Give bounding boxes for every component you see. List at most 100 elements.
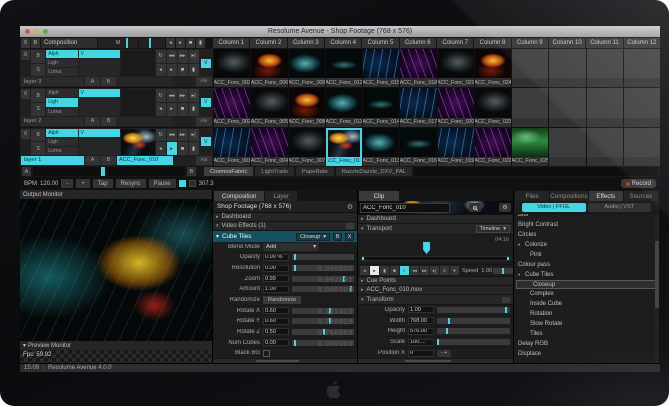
param-value[interactable]: 576.00 [408, 328, 434, 335]
clip-cell[interactable]: ACC_Fonc_023 [475, 88, 511, 126]
clip-name-input[interactable] [360, 203, 450, 213]
play-icon[interactable]: ▸ [167, 103, 177, 116]
layer-active-clip-name[interactable] [117, 77, 173, 86]
param-slider[interactable] [437, 307, 510, 313]
subtab-video[interactable]: Video | FFGL [522, 203, 586, 212]
to-end-icon[interactable]: ▸| [189, 89, 199, 102]
slider-handle[interactable] [446, 328, 448, 334]
layer-video-toggle[interactable]: V [201, 59, 211, 68]
effect-preset-dropdown[interactable]: Closeup▾ [296, 233, 330, 241]
effect-item-rotation[interactable]: Rotation [514, 309, 659, 319]
composition-label[interactable]: Composition [41, 38, 97, 48]
layer-eject-button[interactable]: X [21, 50, 30, 60]
clip-cell[interactable]: ACC_Fonc_003 [214, 49, 250, 87]
clip-cell[interactable] [587, 88, 623, 126]
param-value[interactable]: 0 [408, 350, 434, 357]
blend-option-luma[interactable]: Luma [46, 147, 77, 155]
column-header-11[interactable]: Column 11 [586, 38, 622, 48]
rew-icon[interactable]: ◂◂ [410, 266, 419, 275]
pause-icon[interactable]: ▮ [189, 103, 199, 116]
effect-item-circles[interactable]: Circles [514, 230, 659, 240]
layer-video-fader[interactable]: V [79, 89, 121, 115]
layer-bypass-button[interactable]: B [31, 50, 45, 63]
tab-composition[interactable]: Composition [214, 191, 264, 201]
param-slider[interactable]: 0.992591 [292, 276, 354, 282]
layer-bypass-button[interactable]: B [31, 89, 45, 102]
prev-icon[interactable]: ◂ [156, 103, 166, 116]
layer-bypass-button[interactable]: B [31, 129, 45, 142]
composition-pause-icon[interactable]: ▮ [196, 38, 205, 48]
layer-video-toggle[interactable]: V [201, 98, 211, 107]
composition-speed-fader[interactable] [139, 38, 165, 48]
clip-file-section[interactable]: ▸ACC_Fonc_010.mov [358, 286, 513, 295]
param-value[interactable]: 0.60 [263, 307, 289, 314]
column-header-7[interactable]: Column 7 [437, 38, 473, 48]
randomize-button[interactable]: Randomize [263, 296, 301, 304]
clip-cell[interactable] [587, 49, 623, 87]
column-header-2[interactable]: Column 2 [250, 38, 286, 48]
stop-icon[interactable]: ■ [178, 64, 188, 77]
clip-cell[interactable] [512, 88, 548, 126]
layer-eject-button[interactable]: X [21, 89, 30, 99]
param-value[interactable]: 0.00 [263, 339, 289, 346]
clip-timeline[interactable]: 04:16 [358, 235, 513, 265]
param-slider[interactable]: 0.766809 [292, 329, 354, 335]
layer-eject-button[interactable]: X [21, 129, 30, 139]
clip-dashboard-section[interactable]: ▸Dashboard [358, 215, 513, 224]
loop-icon[interactable]: ↻ [156, 50, 166, 63]
column-header-1[interactable]: Column 1 [213, 38, 249, 48]
layer-active-clip-name[interactable]: ACC_Fonc_010 [117, 156, 173, 165]
clip-gear-button[interactable]: ⚙ [499, 203, 511, 212]
layer-name[interactable]: layer 2 [21, 117, 84, 126]
composition-prev-icon[interactable]: ◂ [166, 38, 175, 48]
prev-icon[interactable]: ◂ [156, 142, 166, 155]
loop-icon[interactable]: ↻ [156, 129, 166, 142]
blend-option-ligh[interactable]: Ligh [46, 59, 77, 67]
blend-option-alph[interactable]: Alph [46, 89, 77, 97]
column-header-6[interactable]: Column 6 [400, 38, 436, 48]
clip-cell[interactable] [624, 128, 660, 166]
column-header-12[interactable]: Column 12 [624, 38, 660, 48]
clip-cell[interactable]: ACC_Fonc_017 [400, 88, 436, 126]
composition-play-icon[interactable]: ▸ [176, 38, 185, 48]
param-slider[interactable]: 0.000000 [292, 340, 354, 346]
search-button[interactable] [469, 203, 481, 212]
clip-cell[interactable]: ACC_Fonc_025 [512, 128, 548, 166]
deck-tab[interactable]: CosmosFabric [204, 167, 253, 176]
ffwd-icon[interactable]: ▸▸ [420, 266, 429, 275]
effect-item-inside-cube[interactable]: Inside Cube [514, 299, 659, 309]
column-header-8[interactable]: Column 8 [474, 38, 510, 48]
rewind-icon[interactable]: ◂◂ [167, 129, 177, 142]
cue-points-section[interactable]: ▸Cue Points [358, 277, 513, 286]
effect-item-closeup[interactable]: Closeup [516, 280, 657, 289]
rewind-icon[interactable]: ◂◂ [167, 50, 177, 63]
deck-tab[interactable]: RazzleDazzle_DXV_PAL [336, 167, 412, 176]
prev-icon[interactable]: ◂ [156, 64, 166, 77]
pause-icon[interactable]: ▮ [380, 266, 389, 275]
loop-icon[interactable]: ↻ [156, 89, 166, 102]
timeline-position-pin[interactable] [423, 242, 430, 254]
param-slider[interactable] [437, 328, 510, 334]
stop-icon[interactable]: ■ [178, 103, 188, 116]
clip-cell[interactable]: ACC_Fonc_002 [214, 88, 250, 126]
clip-cell[interactable]: ACC_Fonc_007 [289, 128, 325, 166]
tab-effects[interactable]: Effects [589, 191, 623, 201]
rewind-icon[interactable]: ◂◂ [167, 89, 177, 102]
sync-icon[interactable]: ≡ [440, 266, 449, 275]
to-end-icon[interactable]: ▸| [189, 129, 199, 142]
timeline-track[interactable] [361, 256, 510, 261]
clip-cell[interactable]: ACC_Fonc_018 [400, 49, 436, 87]
tab-files[interactable]: Files [515, 191, 549, 201]
param-slider[interactable]: 1.000000 [292, 286, 354, 292]
resync-button[interactable]: Resync [116, 179, 146, 188]
layer-video-fader[interactable]: V [79, 50, 121, 76]
clip-cell[interactable]: ACC_Fonc_001 [214, 128, 250, 166]
stop-icon[interactable]: ■ [178, 142, 188, 155]
pause-button[interactable]: Pause [149, 179, 176, 188]
play-icon[interactable]: ▸ [370, 266, 379, 275]
transport-mode-dropdown[interactable]: Timeline▾ [476, 225, 510, 233]
blend-option-ligh[interactable]: Ligh [46, 138, 77, 146]
transform-mini-button[interactable] [502, 297, 510, 303]
play-icon[interactable]: ▸ [167, 64, 177, 77]
param-stepper[interactable]: - + [437, 350, 451, 357]
